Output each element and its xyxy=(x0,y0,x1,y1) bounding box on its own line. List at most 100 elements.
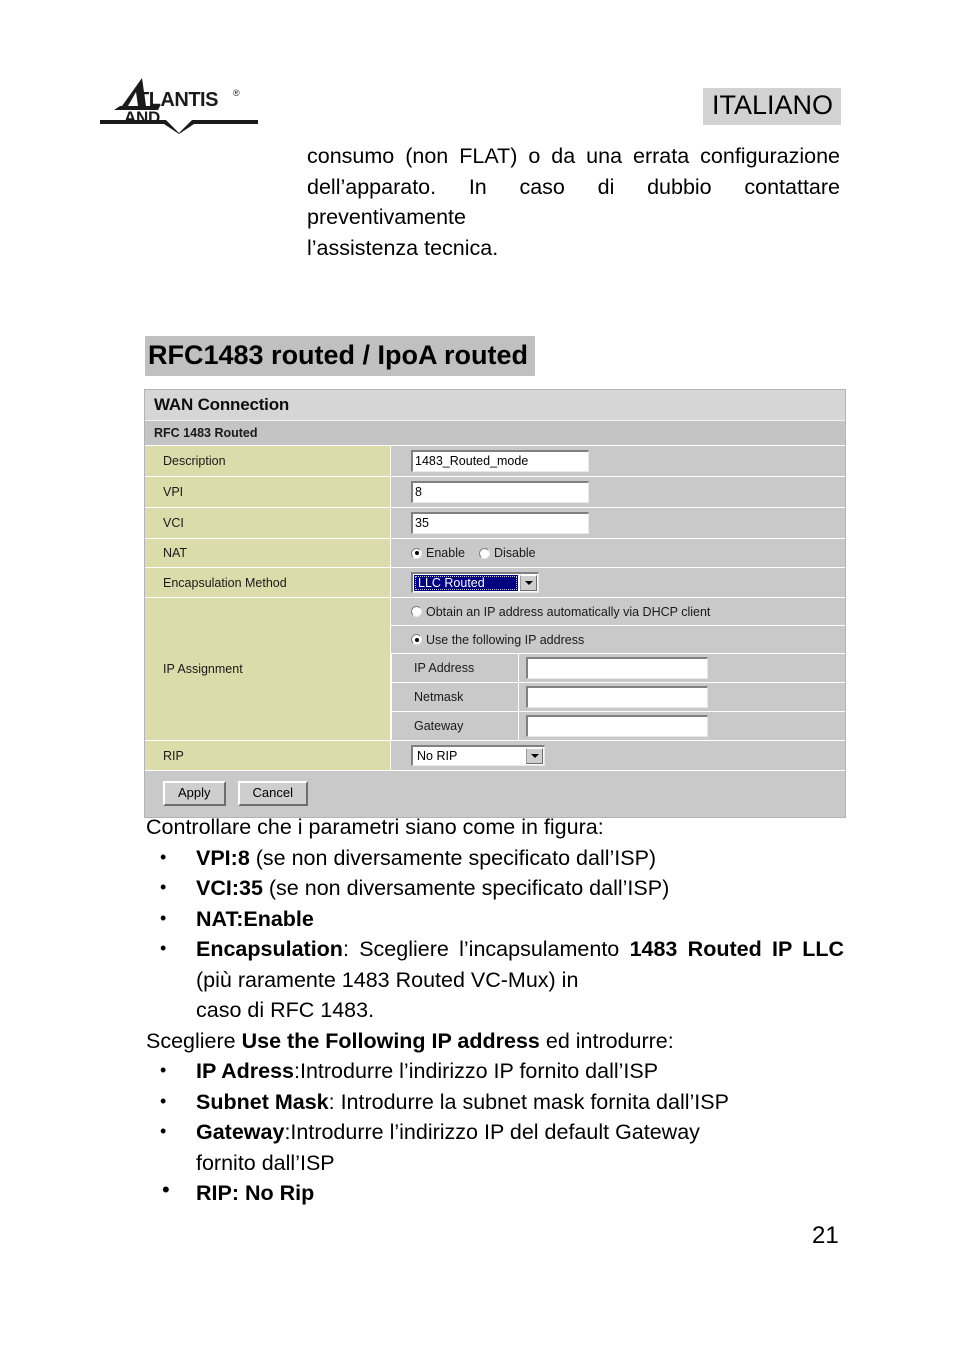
nat-disable-radio[interactable]: Disable xyxy=(478,546,536,560)
form-actions: Apply Cancel xyxy=(145,771,845,817)
row-ip-assignment: IP Assignment Obtain an IP address autom… xyxy=(145,598,845,741)
list-item: Encapsulation: Scegliere l’incapsulament… xyxy=(146,933,844,1026)
choose-lead: Scegliere xyxy=(146,1028,242,1053)
encapsulation-select[interactable]: LLC Routed xyxy=(411,572,539,593)
row-gateway: Gateway xyxy=(391,712,845,740)
description-field-cell xyxy=(391,446,845,476)
bullet-bold-term: RIP: No Rip xyxy=(196,1181,315,1205)
intro-paragraph: consumo (non FLAT) o da una errata confi… xyxy=(307,141,840,263)
dhcp-radio[interactable]: Obtain an IP address automatically via D… xyxy=(411,605,710,619)
dhcp-radio-label: Obtain an IP address automatically via D… xyxy=(426,604,711,619)
radio-selected-icon xyxy=(411,634,422,645)
row-description: Description xyxy=(145,446,845,477)
vpi-field-cell xyxy=(391,477,845,507)
choose-static-ip-line: Scegliere Use the Following IP address e… xyxy=(146,1026,844,1057)
vci-field-cell xyxy=(391,508,845,538)
bullet-rest: (se non diversamente specificato dall’IS… xyxy=(249,845,657,870)
rip-select[interactable]: No RIP xyxy=(411,745,545,766)
description-input[interactable] xyxy=(411,450,589,472)
row-nat: NAT Enable Disable xyxy=(145,539,845,568)
description-label: Description xyxy=(145,446,391,476)
bullet-bold-value: 1483 Routed IP LLC xyxy=(629,937,844,961)
list-item: Gateway:Introdurre l’indirizzo IP del de… xyxy=(146,1116,844,1178)
netmask-input[interactable] xyxy=(526,686,708,708)
static-ip-option-row[interactable]: Use the following IP address xyxy=(391,626,845,654)
nat-enable-label: Enable xyxy=(426,546,465,560)
encapsulation-field-cell: LLC Routed xyxy=(391,568,845,597)
bullet-bold-term: Subnet Mask xyxy=(196,1089,329,1114)
radio-unselected-icon xyxy=(478,547,490,559)
radio-unselected-icon xyxy=(411,606,422,617)
wan-connection-figure: WAN Connection RFC 1483 Routed Descripti… xyxy=(144,389,846,818)
bullet-bold-value: :35 xyxy=(231,876,263,900)
chevron-down-icon[interactable] xyxy=(526,748,543,764)
bullet-bold-term: NAT:Enable xyxy=(196,906,314,931)
vpi-input[interactable] xyxy=(411,481,589,503)
radio-selected-icon xyxy=(411,547,422,559)
rip-field-cell: No RIP xyxy=(391,741,845,770)
list-item: IP Adress:Introdurre l’indirizzo IP forn… xyxy=(146,1055,844,1087)
chevron-down-icon[interactable] xyxy=(520,575,537,591)
vpi-label: VPI xyxy=(145,477,391,507)
svg-text:®: ® xyxy=(233,88,240,98)
bullet-mid: : Scegliere l’incapsulamento xyxy=(342,937,630,961)
rfc1483-routed-subtitle: RFC 1483 Routed xyxy=(145,421,845,446)
svg-text:AND: AND xyxy=(124,108,160,127)
row-netmask: Netmask xyxy=(391,683,845,712)
nat-disable-label: Disable xyxy=(493,546,536,560)
bullet-bold-term: VPI:8 xyxy=(196,845,250,870)
list-item: NAT:Enable xyxy=(146,903,844,935)
encapsulation-selected-value: LLC Routed xyxy=(414,575,518,591)
list-item: Subnet Mask: Introdurre la subnet mask f… xyxy=(146,1086,844,1118)
apply-button[interactable]: Apply xyxy=(163,781,226,806)
intro-text: consumo (non FLAT) o da una errata confi… xyxy=(307,144,840,229)
language-badge: ITALIANO xyxy=(702,88,841,125)
netmask-label: Netmask xyxy=(391,683,519,711)
bullet-rest: (se non diversamente specificato dall’IS… xyxy=(262,876,670,900)
row-ip-address: IP Address xyxy=(391,654,845,683)
wan-connection-title: WAN Connection xyxy=(145,390,845,421)
vci-input[interactable] xyxy=(411,512,589,534)
ip-fields-bullet-list: IP Adress:Introdurre l’indirizzo IP forn… xyxy=(146,1055,844,1209)
bullet-rest: :Introdurre l’indirizzo IP del default G… xyxy=(284,1120,700,1144)
row-vpi: VPI xyxy=(145,477,845,508)
choose-rest: ed introdurre: xyxy=(539,1028,674,1053)
atlantis-land-logo: TLANTIS ® AND xyxy=(100,76,258,134)
bullet-bold-term: IP Adress xyxy=(196,1059,294,1083)
cancel-button[interactable]: Cancel xyxy=(237,781,308,806)
dhcp-option-row[interactable]: Obtain an IP address automatically via D… xyxy=(391,598,845,626)
intro-last-line: l’assistenza tecnica. xyxy=(307,235,499,260)
static-ip-radio-label: Use the following IP address xyxy=(426,632,585,647)
parameters-bullet-list: VPI:8 (se non diversamente specificato d… xyxy=(146,842,844,1026)
ip-address-input[interactable] xyxy=(526,657,708,679)
rip-label: RIP xyxy=(145,741,391,770)
bullet-bold-term: Encapsulation xyxy=(196,937,343,961)
instructions-body: Controllare che i parametri siano come i… xyxy=(146,812,844,1209)
row-encapsulation: Encapsulation Method LLC Routed xyxy=(145,568,845,598)
bullet-rest: : Introdurre la subnet mask fornita dall… xyxy=(328,1089,729,1114)
bullet-rest: :Introdurre l’indirizzo IP fornito dall’… xyxy=(294,1059,659,1083)
page-header: TLANTIS ® AND ITALIANO xyxy=(0,0,954,140)
encapsulation-label: Encapsulation Method xyxy=(145,568,391,597)
ip-assignment-label: IP Assignment xyxy=(145,598,391,740)
bullet-bold-term: Gateway xyxy=(196,1120,285,1144)
choose-bold: Use the Following IP address xyxy=(241,1028,540,1053)
nat-field-cell: Enable Disable xyxy=(391,539,845,567)
gateway-cell xyxy=(519,712,845,740)
list-item: VPI:8 (se non diversamente specificato d… xyxy=(146,842,844,874)
static-ip-radio[interactable]: Use the following IP address xyxy=(411,633,584,647)
nat-enable-radio[interactable]: Enable xyxy=(411,546,465,560)
list-item: VCI:35 (se non diversamente specificato … xyxy=(146,872,844,904)
row-rip: RIP No RIP xyxy=(145,741,845,771)
row-vci: VCI xyxy=(145,508,845,539)
gateway-input[interactable] xyxy=(526,715,708,737)
nat-label: NAT xyxy=(145,539,391,567)
bullet-bold-term: VCI xyxy=(196,876,232,900)
ip-address-cell xyxy=(519,654,845,682)
gateway-label: Gateway xyxy=(391,712,519,740)
page-number: 21 xyxy=(812,1222,839,1249)
bullet-tail: caso di RFC 1483. xyxy=(196,998,375,1022)
rip-selected-value: No RIP xyxy=(417,749,458,763)
vci-label: VCI xyxy=(145,508,391,538)
bullet-rest: (più raramente 1483 Routed VC-Mux) in xyxy=(196,967,579,992)
